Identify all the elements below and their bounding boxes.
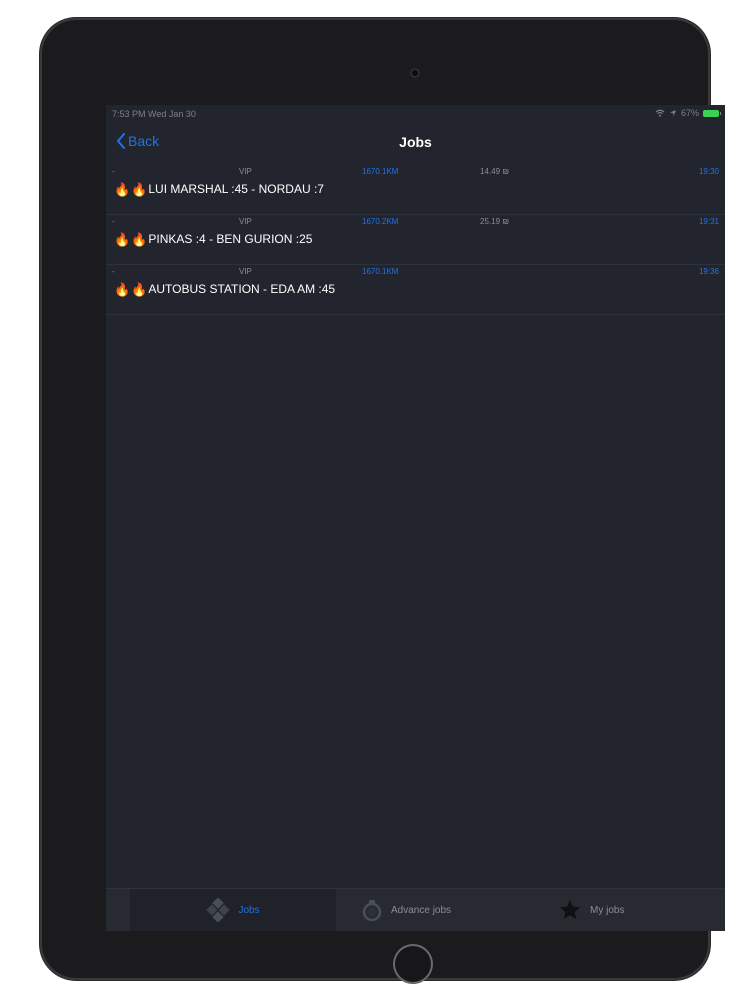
location-icon [669,110,676,116]
battery-icon [703,109,721,117]
tab-bar: Jobs Advance jobs My jobs [106,888,725,931]
job-row[interactable]: - VIP 1670.1KM 19:36 🔥 🔥 AUTOBUS STATION… [106,265,725,315]
tablet-device: 7:53 PM Wed Jan 30 67% Back Jobs - VIP 1… [40,18,725,984]
tab-jobs[interactable]: Jobs [130,889,336,931]
status-time: 7:53 PM Wed Jan 30 [112,109,196,119]
page-title: Jobs [399,134,432,150]
jobs-icon [206,898,231,922]
job-vip-label: VIP [239,217,252,226]
star-icon [560,900,580,919]
job-title-line: 🔥 🔥 PINKAS :4 - BEN GURION :25 [114,232,312,246]
job-dash: - [112,167,115,176]
job-time: 19:31 [698,217,719,226]
job-price: 14.49 ₪ [480,167,510,176]
job-row[interactable]: - VIP 1670.1KM 14.49 ₪ 19:30 🔥 🔥 LUI MAR… [106,165,725,215]
home-button[interactable] [393,944,433,984]
job-vip-label: VIP [239,167,252,176]
job-distance: 1670.1KM [362,267,399,276]
fire-icon: 🔥 [131,231,148,247]
tab-my-jobs-label: My jobs [590,904,625,916]
tab-my-jobs[interactable]: My jobs [558,889,624,931]
status-bar: 7:53 PM Wed Jan 30 67% [106,105,725,123]
tab-advance-jobs-label: Advance jobs [391,904,452,916]
advance-jobs-icon [362,900,382,922]
job-list: - VIP 1670.1KM 14.49 ₪ 19:30 🔥 🔥 LUI MAR… [106,165,725,315]
battery-percent: 67% [680,108,699,118]
job-vip-label: VIP [239,267,252,276]
job-row[interactable]: - VIP 1670.2KM 25.19 ₪ 19:31 🔥 🔥 PINKAS … [106,215,725,265]
tab-advance-jobs[interactable]: Advance jobs [361,889,451,931]
tab-jobs-label: Jobs [238,904,260,916]
job-title-line: 🔥 🔥 AUTOBUS STATION - EDA AM :45 [114,282,335,296]
job-dash: - [112,267,115,276]
job-title: PINKAS :4 - BEN GURION :25 [148,232,313,246]
status-indicators: 67% [655,108,721,118]
job-distance: 1670.1KM [362,167,399,176]
fire-icon: 🔥 [114,181,131,197]
fire-icon: 🔥 [114,281,131,297]
navigation-bar: Back Jobs [106,123,725,165]
fire-icon: 🔥 [131,281,148,297]
job-title: LUI MARSHAL :45 - NORDAU :7 [148,182,324,196]
screen: 7:53 PM Wed Jan 30 67% Back Jobs - VIP 1… [106,105,725,931]
job-dash: - [112,217,115,226]
wifi-icon [655,109,665,117]
job-title-line: 🔥 🔥 LUI MARSHAL :45 - NORDAU :7 [114,182,324,196]
job-time: 19:36 [698,267,719,276]
job-price: 25.19 ₪ [480,217,510,226]
job-time: 19:30 [698,167,719,176]
fire-icon: 🔥 [114,231,131,247]
fire-icon: 🔥 [131,181,148,197]
camera-icon [410,68,420,78]
job-distance: 1670.2KM [362,217,399,226]
job-title: AUTOBUS STATION - EDA AM :45 [148,282,336,296]
